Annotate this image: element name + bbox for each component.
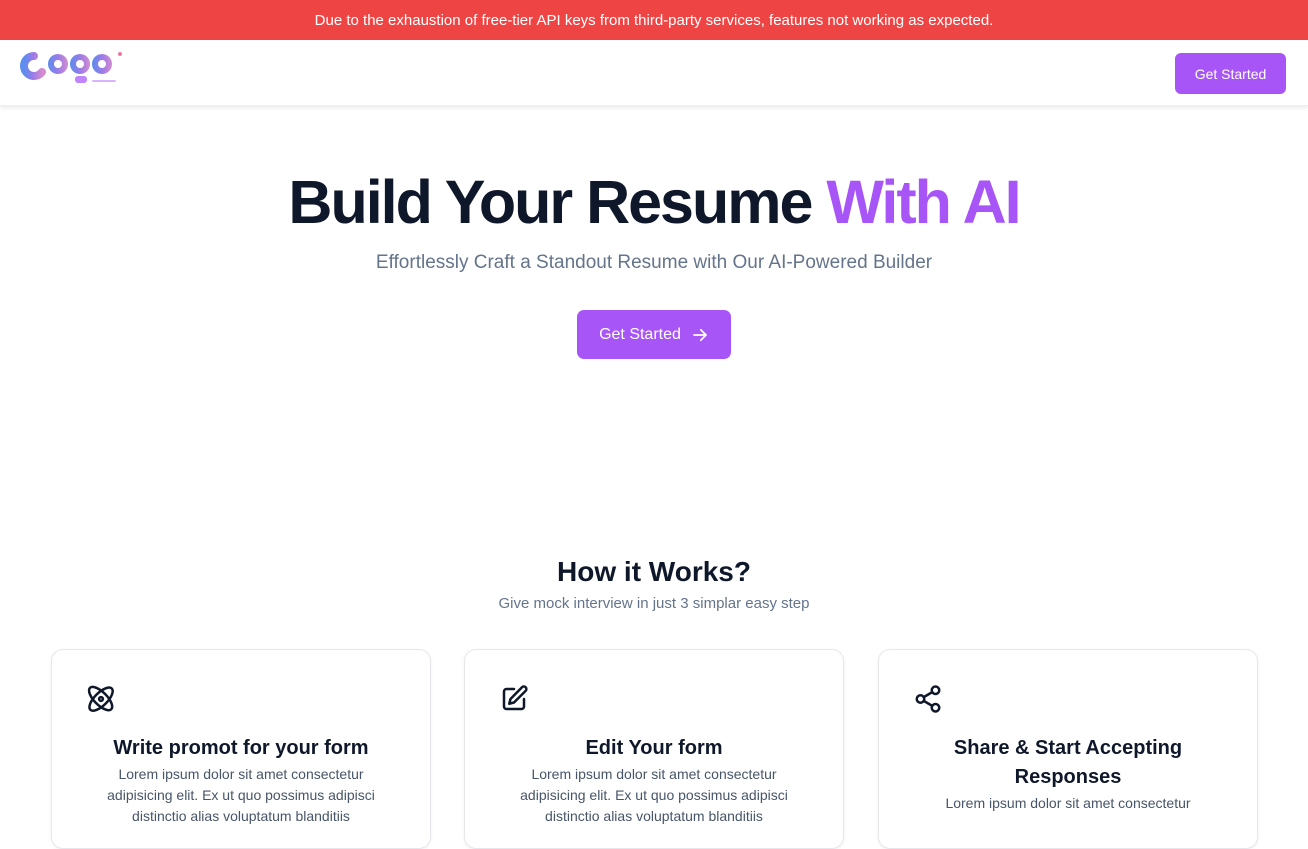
how-it-works-subtitle: Give mock interview in just 3 simplar ea…	[498, 595, 810, 612]
step-card-title: Write promot for your form	[113, 737, 369, 759]
atom-icon	[87, 685, 114, 712]
banner-text: Due to the exhaustion of free-tier API k…	[314, 11, 994, 29]
arrow-right-icon	[693, 328, 707, 341]
step-card-title: Edit Your form	[585, 737, 723, 759]
hero-subtitle: Effortlessly Craft a Standout Resume wit…	[375, 252, 933, 273]
step-card-title: Share & Start Accepting Responses	[953, 737, 1183, 788]
how-it-works-title: How it Works?	[557, 556, 751, 587]
edit-icon	[502, 685, 528, 711]
step-card-text: Lorem ipsum dolor sit amet consectetur a…	[520, 766, 788, 824]
hero-title-main: Build Your Resume	[288, 168, 813, 236]
navbar: Get Started	[0, 40, 1308, 106]
hero-get-started-button[interactable]: Get Started	[577, 310, 731, 359]
share-icon	[915, 685, 941, 713]
step-card-text: Lorem ipsum dolor sit amet consectetur a…	[107, 766, 375, 824]
step-card: Edit Your form Lorem ipsum dolor sit ame…	[464, 649, 844, 849]
logo[interactable]	[20, 50, 126, 88]
hero-title-accent: With AI	[826, 168, 1021, 236]
step-card-text: Lorem ipsum dolor sit amet consectetur	[945, 795, 1191, 811]
step-card: Write promot for your form Lorem ipsum d…	[51, 649, 431, 849]
hero-title: Build Your Resume With AI	[0, 166, 1308, 238]
nav-get-started-button[interactable]: Get Started	[1175, 53, 1286, 94]
hero-cta-label: Get Started	[599, 325, 681, 343]
warning-banner: Due to the exhaustion of free-tier API k…	[0, 0, 1308, 40]
step-card: Share & Start Accepting Responses Lorem …	[878, 649, 1258, 849]
